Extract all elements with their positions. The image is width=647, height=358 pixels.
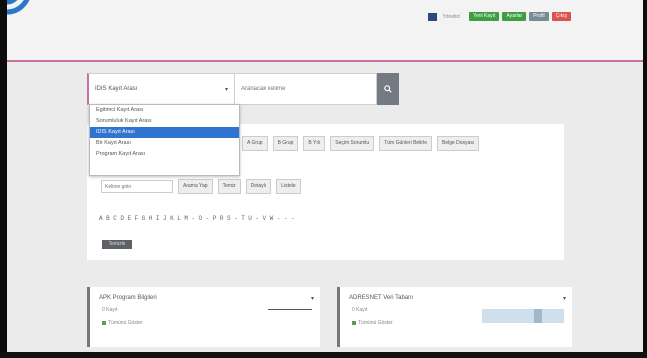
card-divider — [268, 309, 312, 310]
card-count: 0 Kayıt — [352, 307, 368, 313]
alphabet-letter[interactable]: M — [184, 215, 188, 222]
alphabet-letter[interactable]: P — [213, 215, 217, 222]
search-button[interactable] — [377, 73, 399, 105]
alphabet-letter[interactable]: L — [177, 215, 181, 222]
header-action-settings[interactable]: Ayarlar — [502, 12, 527, 21]
alphabet-letter[interactable]: - — [277, 215, 281, 222]
dropdown-option[interactable]: Program Kayıt Arası — [90, 149, 239, 160]
top-header: Yönetici Yeni Kayıt Ayarlar Profil Çıkış — [7, 0, 643, 62]
alphabet-letter[interactable]: I — [156, 215, 160, 222]
alphabet-letter[interactable]: - — [206, 215, 210, 222]
card-link[interactable]: Tümünü Göster — [102, 320, 143, 326]
card-title: ADRESNET Veri Tabanı — [349, 295, 414, 301]
alphabet-letter[interactable]: O — [199, 215, 203, 222]
dropdown-option[interactable]: Bir Kayıt Arası — [90, 138, 239, 149]
keyword-input[interactable] — [101, 180, 173, 193]
slider-handle[interactable] — [534, 309, 542, 323]
header-action-new[interactable]: Yeni Kayıt — [469, 12, 500, 21]
alphabet-letter[interactable]: W — [270, 215, 274, 222]
alphabet-letter[interactable]: F — [135, 215, 139, 222]
keyword-filter-row: Arama Yap Temiz Detaylı Listele — [101, 179, 301, 194]
alphabet-letter[interactable]: S — [227, 215, 231, 222]
search-action-button[interactable]: Arama Yap — [178, 179, 213, 194]
square-icon — [352, 321, 356, 325]
alphabet-letter[interactable]: J — [163, 215, 167, 222]
alphabet-letter[interactable]: - — [234, 215, 238, 222]
header-action-logout[interactable]: Çıkış — [551, 12, 571, 21]
result-card: ADRESNET Veri Tabanı 0 Kayıt Tümünü Göst… — [337, 287, 572, 347]
card-link-label: Tümünü Göster — [358, 320, 393, 326]
user-name[interactable]: Yönetici — [442, 14, 460, 20]
dropdown-option-selected[interactable]: IDIS Kayıt Arası — [90, 127, 239, 138]
alphabet-letter[interactable]: - — [191, 215, 195, 222]
flag-icon[interactable] — [428, 12, 438, 21]
alphabet-index: ABCDEFGHIJKLM-O-PRS-TU-VW--- — [99, 215, 295, 222]
filter-button[interactable]: Belge Dosyası — [436, 136, 480, 151]
filter-button[interactable]: B Grup — [272, 136, 299, 151]
signal-icon — [7, 0, 30, 15]
clear-action-button[interactable]: Temiz — [217, 179, 241, 194]
search-type-select[interactable]: IDIS Kayıt Arası ▾ — [87, 73, 235, 105]
alphabet-letter[interactable]: T — [241, 215, 245, 222]
alphabet-letter[interactable]: - — [284, 215, 288, 222]
alphabet-letter[interactable]: - — [255, 215, 259, 222]
alphabet-letter[interactable]: D — [120, 215, 124, 222]
filter-buttons: A Grup B Grup B Yılı Seçim Sorumlu Tüm G… — [242, 136, 480, 151]
chevron-down-icon[interactable]: ▾ — [563, 295, 566, 302]
header-actions: Yönetici Yeni Kayıt Ayarlar Profil Çıkış — [428, 12, 571, 21]
search-bar: IDIS Kayıt Arası ▾ — [87, 73, 410, 105]
alphabet-letter[interactable]: G — [142, 215, 146, 222]
search-icon — [384, 85, 392, 93]
alphabet-letter[interactable]: A — [99, 215, 103, 222]
search-input[interactable] — [235, 73, 377, 105]
square-icon — [102, 321, 106, 325]
card-count: 0 Kayıt — [102, 307, 118, 313]
alphabet-letter[interactable]: U — [248, 215, 252, 222]
card-link-label: Tümünü Göster — [108, 320, 143, 326]
alphabet-letter[interactable]: B — [106, 215, 110, 222]
chevron-down-icon: ▾ — [224, 86, 228, 93]
filter-button[interactable]: Tüm Günleri Belirle — [379, 136, 432, 151]
card-slider[interactable] — [482, 309, 564, 323]
card-link[interactable]: Tümünü Göster — [352, 320, 393, 326]
alphabet-letter[interactable]: E — [127, 215, 131, 222]
browser-viewport: Yönetici Yeni Kayıt Ayarlar Profil Çıkış… — [7, 0, 643, 352]
dropdown-option[interactable]: Sorumluluk Kayıt Arası — [90, 116, 239, 127]
filter-button[interactable]: B Yılı — [303, 136, 326, 151]
alphabet-letter[interactable]: - — [291, 215, 295, 222]
card-title: APK Program Bilgileri — [99, 295, 157, 301]
chevron-down-icon[interactable]: ▾ — [311, 295, 314, 302]
list-action-button[interactable]: Listele — [276, 179, 301, 194]
alphabet-letter[interactable]: R — [220, 215, 224, 222]
bezel — [0, 352, 647, 358]
detail-action-button[interactable]: Detaylı — [245, 179, 272, 194]
dropdown-option[interactable]: Egitimci Kayıt Arası — [90, 105, 239, 116]
filter-button[interactable]: A Grup — [242, 136, 268, 151]
clear-button[interactable]: Temizle — [102, 240, 132, 249]
alphabet-letter[interactable]: H — [149, 215, 153, 222]
result-card: APK Program Bilgileri 0 Kayıt Tümünü Gös… — [87, 287, 320, 347]
search-type-value: IDIS Kayıt Arası — [95, 86, 138, 92]
header-action-profile[interactable]: Profil — [529, 12, 549, 21]
search-type-dropdown: Egitimci Kayıt Arası Sorumluluk Kayıt Ar… — [89, 104, 240, 176]
filter-button[interactable]: Seçim Sorumlu — [330, 136, 375, 151]
alphabet-letter[interactable]: V — [263, 215, 267, 222]
alphabet-letter[interactable]: C — [113, 215, 117, 222]
alphabet-letter[interactable]: K — [170, 215, 174, 222]
